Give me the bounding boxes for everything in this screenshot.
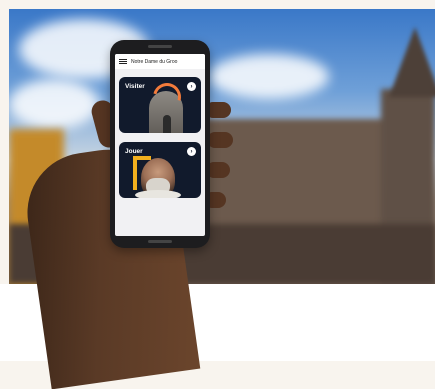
chevron-right-icon[interactable]: ›: [187, 147, 196, 156]
smartphone: Notre Dame du Groo Visiter › Jouer ›: [110, 40, 210, 248]
play-card[interactable]: Jouer ›: [119, 142, 201, 198]
play-card-label: Jouer: [125, 148, 143, 155]
tower-spire: [389, 27, 435, 97]
phone-speaker: [148, 45, 172, 48]
portrait-collar: [135, 190, 181, 198]
visit-card-label: Visiter: [125, 83, 145, 90]
visit-card[interactable]: Visiter ›: [119, 77, 201, 133]
cloud: [209, 54, 329, 99]
cloud: [9, 79, 99, 129]
phone-screen: Notre Dame du Groo Visiter › Jouer ›: [115, 54, 205, 236]
chevron-right-icon[interactable]: ›: [187, 82, 196, 91]
phone-home-bar: [148, 240, 172, 243]
door-image: [163, 115, 171, 133]
finger: [207, 132, 233, 148]
hamburger-menu-icon[interactable]: [119, 58, 127, 65]
app-header: Notre Dame du Groo: [115, 54, 205, 69]
app-title: Notre Dame du Groo: [131, 58, 178, 65]
